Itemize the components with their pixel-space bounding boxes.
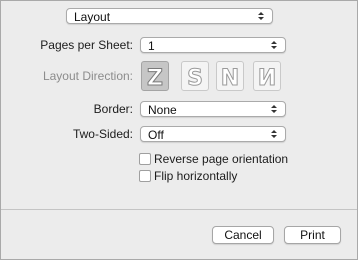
border-label: Border: — [93, 102, 133, 116]
layout-direction-n-button[interactable]: N — [216, 61, 244, 91]
direction-glyph: N — [258, 66, 276, 88]
divider — [1, 209, 357, 210]
direction-glyph: N — [221, 66, 239, 88]
panel-select[interactable]: Layout — [66, 8, 273, 24]
two-sided-select[interactable]: Off — [140, 126, 286, 142]
up-down-arrows-icon — [258, 12, 264, 20]
cancel-button[interactable]: Cancel — [212, 226, 274, 244]
s-direction-icon: S — [187, 66, 204, 89]
flip-horizontal-checkbox[interactable] — [139, 170, 151, 182]
print-dialog-panel: Layout Pages per Sheet: 1 Layout Directi… — [0, 0, 358, 260]
reverse-orientation-checkbox[interactable] — [139, 153, 151, 165]
up-down-arrows-icon — [271, 41, 277, 49]
layout-direction-z-button[interactable]: Z — [141, 61, 169, 91]
reverse-orientation-label: Reverse page orientation — [154, 152, 289, 166]
flip-horizontal-label: Flip horizontally — [154, 169, 238, 183]
direction-glyph: S — [187, 66, 203, 88]
print-button[interactable]: Print — [284, 226, 341, 244]
direction-glyph: Z — [147, 66, 163, 88]
border-select[interactable]: None — [140, 101, 286, 117]
z-direction-icon: Z — [147, 66, 164, 89]
layout-direction-label: Layout Direction: — [42, 69, 133, 83]
two-sided-label: Two-Sided: — [72, 127, 133, 141]
layout-direction-s-button[interactable]: S — [181, 61, 209, 91]
layout-direction-n-reverse-button[interactable]: N — [253, 61, 281, 91]
two-sided-value: Off — [148, 128, 164, 142]
n-direction-icon: N — [220, 66, 239, 89]
panel-select-value: Layout — [74, 10, 111, 24]
up-down-arrows-icon — [271, 105, 277, 113]
pages-per-sheet-label: Pages per Sheet: — [40, 38, 133, 52]
pages-per-sheet-select[interactable]: 1 — [140, 37, 286, 53]
pages-per-sheet-value: 1 — [148, 39, 155, 53]
up-down-arrows-icon — [271, 130, 277, 138]
border-value: None — [148, 103, 177, 117]
n-reverse-direction-icon: N — [257, 66, 276, 89]
